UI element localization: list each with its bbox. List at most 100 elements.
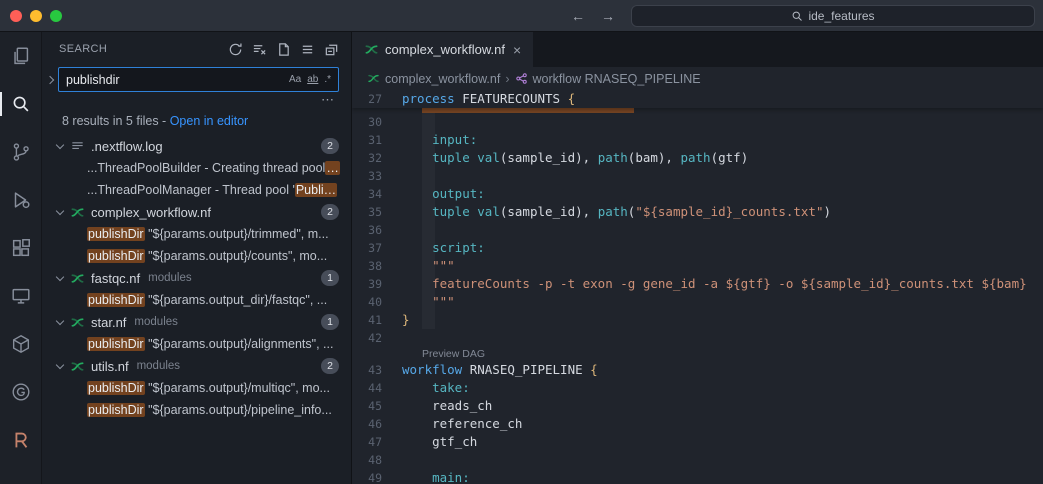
command-center-search[interactable]: ide_features	[631, 5, 1035, 27]
search-result-file[interactable]: complex_workflow.nf2	[42, 201, 351, 223]
code-text: tuple val(sample_id), path("${sample_id}…	[402, 203, 831, 221]
file-name: star.nf	[91, 315, 126, 330]
r-language-icon[interactable]	[9, 428, 33, 452]
line-number: 45	[352, 397, 402, 415]
summary-separator: -	[159, 114, 170, 128]
code-text: script:	[402, 239, 485, 257]
breadcrumb-symbol[interactable]: workflow RNASEQ_PIPELINE	[533, 72, 701, 86]
search-result-file[interactable]: .nextflow.log2	[42, 135, 351, 157]
sticky-scroll-line[interactable]: 27 process FEATURECOUNTS {	[352, 90, 1043, 108]
line-number: 41	[352, 311, 402, 329]
source-control-icon[interactable]	[9, 140, 33, 164]
run-debug-icon[interactable]	[9, 188, 33, 212]
command-center-text: ide_features	[808, 9, 874, 23]
twisty-icon[interactable]	[56, 140, 64, 148]
code-line: 40 """	[352, 293, 1043, 311]
code-line: 41}	[352, 311, 1043, 329]
minimize-window-button[interactable]	[30, 10, 42, 22]
code-line: 43workflow RNASEQ_PIPELINE {	[352, 361, 1043, 379]
code-line: 34 output:	[352, 185, 1043, 203]
search-result-file[interactable]: star.nfmodules1	[42, 311, 351, 333]
line-number: 48	[352, 451, 402, 469]
code-line: 49 main:	[352, 469, 1043, 484]
navigate-back-button[interactable]: ←	[571, 8, 585, 24]
code-line: 30	[352, 113, 1043, 131]
code-line: 35 tuple val(sample_id), path("${sample_…	[352, 203, 1043, 221]
log-file-icon	[69, 138, 85, 154]
code-line: 47 gtf_ch	[352, 433, 1043, 451]
close-tab-button[interactable]: ×	[511, 42, 523, 58]
clear-results-icon[interactable]	[252, 42, 267, 57]
file-folder-label: modules	[137, 360, 180, 372]
nextflow-file-icon	[367, 72, 380, 85]
search-icon[interactable]	[9, 92, 33, 116]
refresh-icon[interactable]	[228, 42, 243, 57]
code-text: reference_ch	[402, 415, 522, 433]
search-actions	[228, 42, 339, 57]
line-number: 44	[352, 379, 402, 397]
match-highlight: publishDir	[87, 227, 145, 241]
match-post-text: "${params.output}/trimmed", m...	[145, 227, 329, 241]
match-highlight: publishDir	[87, 293, 145, 307]
search-match-row[interactable]: publishDir "${params.output}/counts", mo…	[42, 245, 351, 267]
tab-complex-workflow[interactable]: complex_workflow.nf ×	[352, 32, 534, 67]
codelens-preview-dag[interactable]: Preview DAG	[352, 347, 1043, 361]
breadcrumb-file[interactable]: complex_workflow.nf	[385, 72, 500, 86]
open-in-editor-link[interactable]: Open in editor	[170, 114, 249, 128]
search-result-file[interactable]: fastqc.nfmodules1	[42, 267, 351, 289]
zoom-window-button[interactable]	[50, 10, 62, 22]
new-search-editor-icon[interactable]	[276, 42, 291, 57]
view-as-list-icon[interactable]	[300, 42, 315, 57]
whole-word-toggle[interactable]: ab	[304, 73, 321, 86]
twisty-icon[interactable]	[56, 206, 64, 214]
search-match-row[interactable]: publishDir "${params.output}/trimmed", m…	[42, 223, 351, 245]
vscode-window: ← → ide_features SEARCH Aa ab .*	[0, 0, 1043, 484]
twisty-icon[interactable]	[56, 272, 64, 280]
container-icon[interactable]	[9, 332, 33, 356]
search-result-file[interactable]: utils.nfmodules2	[42, 355, 351, 377]
match-count-badge: 1	[321, 270, 339, 286]
search-match-row[interactable]: ...ThreadPoolManager - Thread pool 'Publ…	[42, 179, 351, 201]
twisty-icon[interactable]	[56, 316, 64, 324]
search-match-row[interactable]: publishDir "${params.output_dir}/fastqc"…	[42, 289, 351, 311]
search-match-row[interactable]: publishDir "${params.output}/alignments"…	[42, 333, 351, 355]
sidebar-header: SEARCH	[42, 32, 351, 66]
match-case-toggle[interactable]: Aa	[286, 73, 304, 86]
code-text: tuple val(sample_id), path(bam), path(gt…	[402, 149, 748, 167]
match-highlight: Publi…	[295, 183, 337, 197]
file-name: .nextflow.log	[91, 139, 163, 154]
code-line: 45 reads_ch	[352, 397, 1043, 415]
code-text: gtf_ch	[402, 433, 477, 451]
navigate-forward-button[interactable]: →	[601, 8, 615, 24]
match-post-text: "${params.output}/pipeline_info...	[145, 403, 332, 417]
search-match-row[interactable]: ...ThreadPoolBuilder - Creating thread p…	[42, 157, 351, 179]
match-count-badge: 2	[321, 204, 339, 220]
remote-explorer-icon[interactable]	[9, 284, 33, 308]
tab-label: complex_workflow.nf	[385, 42, 505, 57]
twisty-icon[interactable]	[56, 360, 64, 368]
search-match-row[interactable]: publishDir "${params.output}/multiqc", m…	[42, 377, 351, 399]
toggle-replace-chevron[interactable]	[46, 75, 54, 83]
code-area[interactable]: 27 process FEATURECOUNTS { 3031 input:32…	[352, 90, 1043, 484]
code-text: featureCounts -p -t exon -g gene_id -a $…	[402, 275, 1027, 293]
line-number: 49	[352, 469, 402, 484]
file-folder-label: modules	[148, 272, 191, 284]
code-text: take:	[402, 379, 470, 397]
match-highlight: publishDir	[87, 249, 145, 263]
line-number: 46	[352, 415, 402, 433]
gitlens-icon[interactable]	[9, 380, 33, 404]
explorer-icon[interactable]	[9, 44, 33, 68]
nextflow-file-icon	[69, 358, 85, 374]
search-match-row[interactable]: publishDir "${params.output}/pipeline_in…	[42, 399, 351, 421]
code-line: 48	[352, 451, 1043, 469]
regex-toggle[interactable]: .*	[321, 73, 334, 86]
results-count-text: 8 results in 5 files	[62, 114, 159, 128]
code-text: """	[402, 293, 455, 311]
close-window-button[interactable]	[10, 10, 22, 22]
line-number: 47	[352, 433, 402, 451]
collapse-all-icon[interactable]	[324, 42, 339, 57]
extensions-icon[interactable]	[9, 236, 33, 260]
file-folder-label: modules	[134, 316, 177, 328]
search-input[interactable]	[66, 73, 286, 87]
toggle-search-details[interactable]: ⋯	[321, 95, 334, 107]
